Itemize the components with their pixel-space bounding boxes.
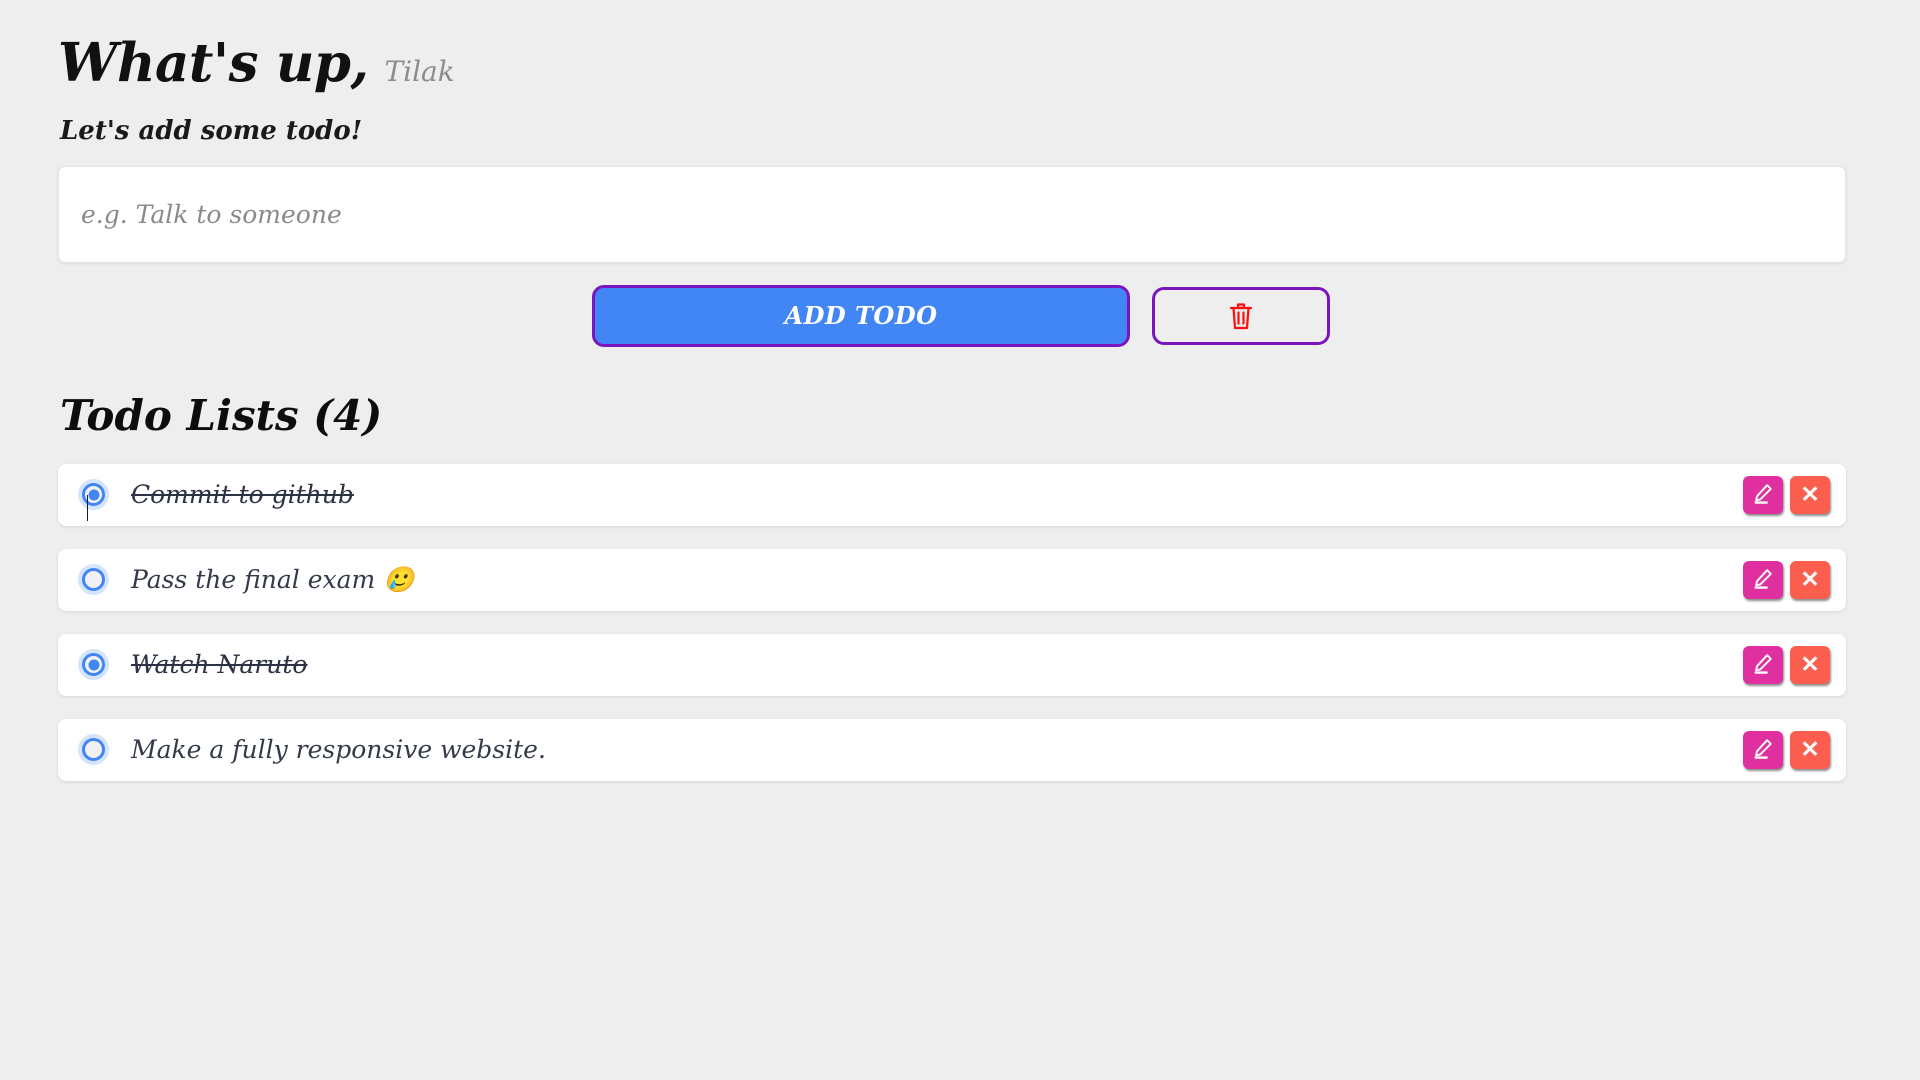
form-actions: ADD TODO [58, 284, 1862, 347]
close-icon: ✕ [1800, 651, 1820, 678]
edit-todo-button[interactable] [1743, 560, 1783, 599]
edit-todo-button[interactable] [1743, 645, 1783, 684]
pencil-icon [1752, 567, 1774, 592]
todo-input-wrapper [58, 165, 1862, 263]
todo-list: Commit to github ✕ Pass the final exam 🥲… [58, 463, 1862, 781]
todo-item-label: Make a fully responsive website. [131, 735, 546, 765]
delete-todo-button[interactable]: ✕ [1790, 645, 1830, 684]
close-icon: ✕ [1800, 736, 1820, 763]
clear-all-button[interactable] [1152, 286, 1330, 345]
todo-checkbox[interactable] [82, 738, 105, 762]
todo-item-actions: ✕ [1743, 475, 1830, 514]
todo-item-actions: ✕ [1743, 730, 1830, 769]
edit-todo-button[interactable] [1743, 475, 1783, 514]
delete-todo-button[interactable]: ✕ [1790, 560, 1830, 599]
todo-item-label: Watch Naruto [131, 650, 308, 680]
edit-todo-button[interactable] [1743, 730, 1783, 769]
close-icon: ✕ [1800, 481, 1820, 508]
todo-item-label: Commit to github [131, 480, 354, 510]
todo-checkbox[interactable] [82, 653, 105, 677]
close-icon: ✕ [1800, 566, 1820, 593]
todo-checkbox[interactable] [82, 568, 105, 592]
todo-list-item[interactable]: Pass the final exam 🥲 ✕ [58, 548, 1846, 611]
text-caret [87, 495, 88, 522]
page-title: What's up, Tilak [58, 30, 1862, 92]
pencil-icon [1752, 737, 1774, 762]
todo-checkbox[interactable] [82, 483, 105, 522]
pencil-icon [1752, 652, 1774, 677]
trash-icon [1228, 301, 1254, 331]
greeting-text: What's up, [58, 32, 369, 94]
todo-list-item[interactable]: Watch Naruto ✕ [58, 633, 1846, 696]
delete-todo-button[interactable]: ✕ [1790, 730, 1830, 769]
todo-list-item[interactable]: Commit to github ✕ [58, 463, 1846, 526]
todo-app-page: What's up, Tilak Let's add some todo! AD… [0, 0, 1920, 1080]
subtitle-text: Let's add some todo! [60, 115, 363, 146]
todo-item-actions: ✕ [1743, 645, 1830, 684]
user-name: Tilak [384, 55, 455, 88]
add-todo-button[interactable]: ADD TODO [592, 284, 1130, 347]
todo-item-actions: ✕ [1743, 560, 1830, 599]
todo-input[interactable] [58, 165, 1846, 263]
todo-list-item[interactable]: Make a fully responsive website. ✕ [58, 718, 1846, 781]
todo-item-label: Pass the final exam 🥲 [131, 564, 415, 594]
delete-todo-button[interactable]: ✕ [1790, 475, 1830, 514]
todo-list-heading: Todo Lists (4) [60, 390, 383, 440]
pencil-icon [1752, 482, 1774, 507]
